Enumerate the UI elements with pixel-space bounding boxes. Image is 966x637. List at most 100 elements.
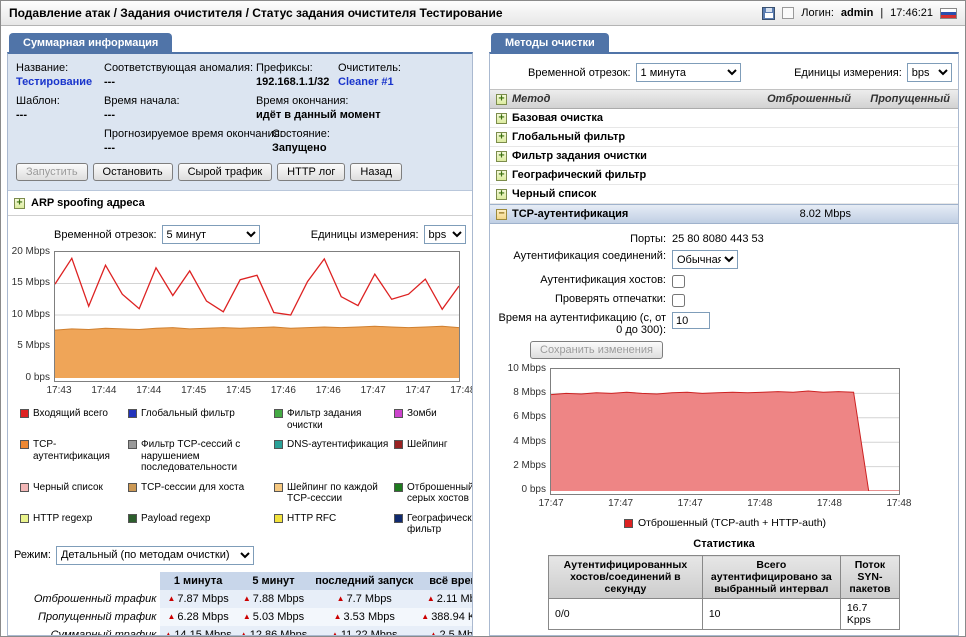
method-row[interactable]: + Глобальный фильтр: [490, 128, 958, 147]
units-label: Единицы измерения:: [794, 67, 902, 79]
http-log-button[interactable]: HTTP лог: [277, 163, 345, 181]
y-axis-labels: 20 Mbps15 Mbps10 Mbps5 Mbps0 bps: [12, 251, 54, 377]
timeframe-select[interactable]: 5 минут: [162, 225, 261, 244]
raw-traffic-button[interactable]: Сырой трафик: [178, 163, 273, 181]
trend-up-icon: ▲: [167, 594, 175, 603]
field-label: Прогнозируемое время окончания:: [104, 128, 268, 140]
legend-color-swatch: [128, 409, 137, 418]
tab-methods[interactable]: Методы очистки: [491, 33, 609, 52]
chart-legend: Входящий всегоГлобальный фильтрФильтр за…: [8, 400, 472, 542]
legend-color-swatch: [394, 514, 403, 523]
legend-item: Зомби: [394, 408, 473, 431]
field-prefixes: Префиксы: 192.168.1.1/32: [256, 62, 338, 95]
legend-label: Шейпинг по каждой TCP-сессии: [287, 482, 390, 505]
mode-row: Режим: Детальный (по методам очистки): [8, 542, 472, 572]
mode-select[interactable]: Детальный (по методам очистки): [56, 546, 254, 565]
x-axis-labels: 17:4317:4417:4417:4517:4517:4617:4617:47…: [59, 382, 463, 400]
cleaner-link[interactable]: Cleaner #1: [338, 76, 460, 88]
method-name: Черный список: [512, 188, 950, 200]
trend-up-icon: ▲: [243, 594, 251, 603]
timeframe-label: Временной отрезок:: [528, 67, 631, 79]
field-label: Префиксы:: [256, 62, 334, 74]
dropped-column-header: Отброшенный: [757, 93, 851, 105]
timeframe-select[interactable]: 1 минута: [636, 63, 741, 82]
stats-value-cell: ▲7.88 Mbps: [236, 590, 311, 608]
tcp-chart-legend: Отброшенный (TCP-auth + HTTP-auth): [551, 513, 899, 529]
legend-label: Зомби: [407, 408, 437, 420]
russian-flag-icon[interactable]: [940, 8, 957, 19]
method-row[interactable]: + Базовая очистка: [490, 109, 958, 128]
field-value: ---: [104, 109, 252, 121]
field-template: Шаблон: ---: [16, 95, 104, 128]
stats-value-cell: ▲7.7 Mbps: [311, 590, 417, 608]
table-row: Пропущенный трафик▲6.28 Mbps▲5.03 Mbps▲3…: [10, 608, 473, 626]
y-axis-labels: 10 Mbps8 Mbps6 Mbps4 Mbps2 Mbps0 bps: [498, 368, 550, 490]
legend-color-swatch: [624, 519, 633, 528]
traffic-stats-table: 1 минута5 минутпоследний запусквсё время…: [10, 572, 473, 637]
tab-summary[interactable]: Суммарная информация: [9, 33, 172, 52]
method-name: Базовая очистка: [512, 112, 950, 124]
legend-color-swatch: [20, 440, 29, 449]
legend-label: HTTP RFC: [287, 513, 336, 525]
trend-up-icon: ▲: [167, 612, 175, 621]
task-buttons: Запустить Остановить Сырой трафик HTTP л…: [16, 161, 464, 184]
expand-icon[interactable]: +: [496, 189, 507, 200]
stats-value-cell: ▲6.28 Mbps: [160, 608, 235, 626]
stats-value-cell: ▲12.86 Mbps: [236, 626, 311, 637]
traffic-chart-plot: [54, 251, 460, 382]
trend-up-icon: ▲: [331, 630, 339, 637]
legend-label: Входящий всего: [33, 408, 108, 420]
legend-item: Географический фильтр: [394, 513, 473, 536]
start-button[interactable]: Запустить: [16, 163, 88, 181]
method-row[interactable]: + Черный список: [490, 185, 958, 204]
stop-button[interactable]: Остановить: [93, 163, 173, 181]
legend-label: Глобальный фильтр: [141, 408, 235, 420]
method-name: TCP-аутентификация: [512, 208, 752, 220]
host-auth-label: Аутентификация хостов:: [490, 274, 672, 286]
window-icon[interactable]: [782, 7, 794, 19]
statistics-title: Статистика: [490, 529, 958, 555]
methods-chart-controls: Временной отрезок: 1 минута Единицы изме…: [490, 54, 958, 89]
expand-icon[interactable]: +: [496, 132, 507, 143]
stats-col-header: последний запуск: [311, 572, 417, 590]
method-name: Глобальный фильтр: [512, 131, 950, 143]
stats-col-header: 5 минут: [236, 572, 311, 590]
expand-all-icon[interactable]: +: [496, 94, 507, 105]
host-auth-checkbox[interactable]: [672, 275, 685, 288]
save-icon[interactable]: [762, 7, 775, 20]
units-select[interactable]: bps: [424, 225, 466, 244]
legend-color-swatch: [394, 409, 403, 418]
task-name-link[interactable]: Тестирование: [16, 76, 100, 88]
breadcrumb: Подавление атак / Задания очистителя / С…: [9, 6, 503, 20]
summary-chart: 20 Mbps15 Mbps10 Mbps5 Mbps0 bps: [8, 251, 472, 382]
expand-icon[interactable]: +: [496, 113, 507, 124]
method-row[interactable]: + Географический фильтр: [490, 166, 958, 185]
x-axis-labels: 17:4717:4717:4717:4817:4817:48: [551, 495, 899, 513]
legend-item: TCP-аутентификация: [20, 439, 124, 474]
stats-value-cell: ▲2.5 Mbps: [417, 626, 473, 637]
fingerprint-checkbox[interactable]: [672, 294, 685, 307]
tcp-auth-stats-table: Аутентифицированных хостов/соединений в …: [548, 555, 900, 630]
stats-value-cell: ▲5.03 Mbps: [236, 608, 311, 626]
legend-label: TCP-аутентификация: [33, 439, 124, 462]
method-row-tcp-auth[interactable]: − TCP-аутентификация 8.02 Mbps: [490, 204, 958, 224]
back-button[interactable]: Назад: [350, 163, 402, 181]
field-name: Название: Тестирование: [16, 62, 104, 95]
expand-icon[interactable]: +: [14, 198, 25, 209]
method-row[interactable]: +Фильтр задания очистки: [490, 147, 958, 166]
collapse-icon[interactable]: −: [496, 209, 507, 220]
units-select[interactable]: bps: [907, 63, 952, 82]
expand-icon[interactable]: +: [496, 170, 507, 181]
top-bar: Подавление атак / Задания очистителя / С…: [1, 1, 965, 26]
auth-time-input[interactable]: [672, 312, 710, 329]
arp-spoofing-section[interactable]: + ARP spoofing адреса: [8, 191, 472, 216]
save-changes-button[interactable]: Сохранить изменения: [530, 341, 663, 359]
field-start-time: Время начала: ---: [104, 95, 256, 128]
method-name: Географический фильтр: [512, 169, 950, 181]
legend-color-swatch: [20, 409, 29, 418]
legend-label: Payload regexp: [141, 513, 211, 525]
expand-icon[interactable]: +: [496, 151, 507, 162]
legend-label: Отброшенный серых хостов: [407, 482, 473, 505]
conn-auth-select[interactable]: Обычная: [672, 250, 738, 269]
field-end-time: Время окончания: идёт в данный момент: [256, 95, 464, 128]
